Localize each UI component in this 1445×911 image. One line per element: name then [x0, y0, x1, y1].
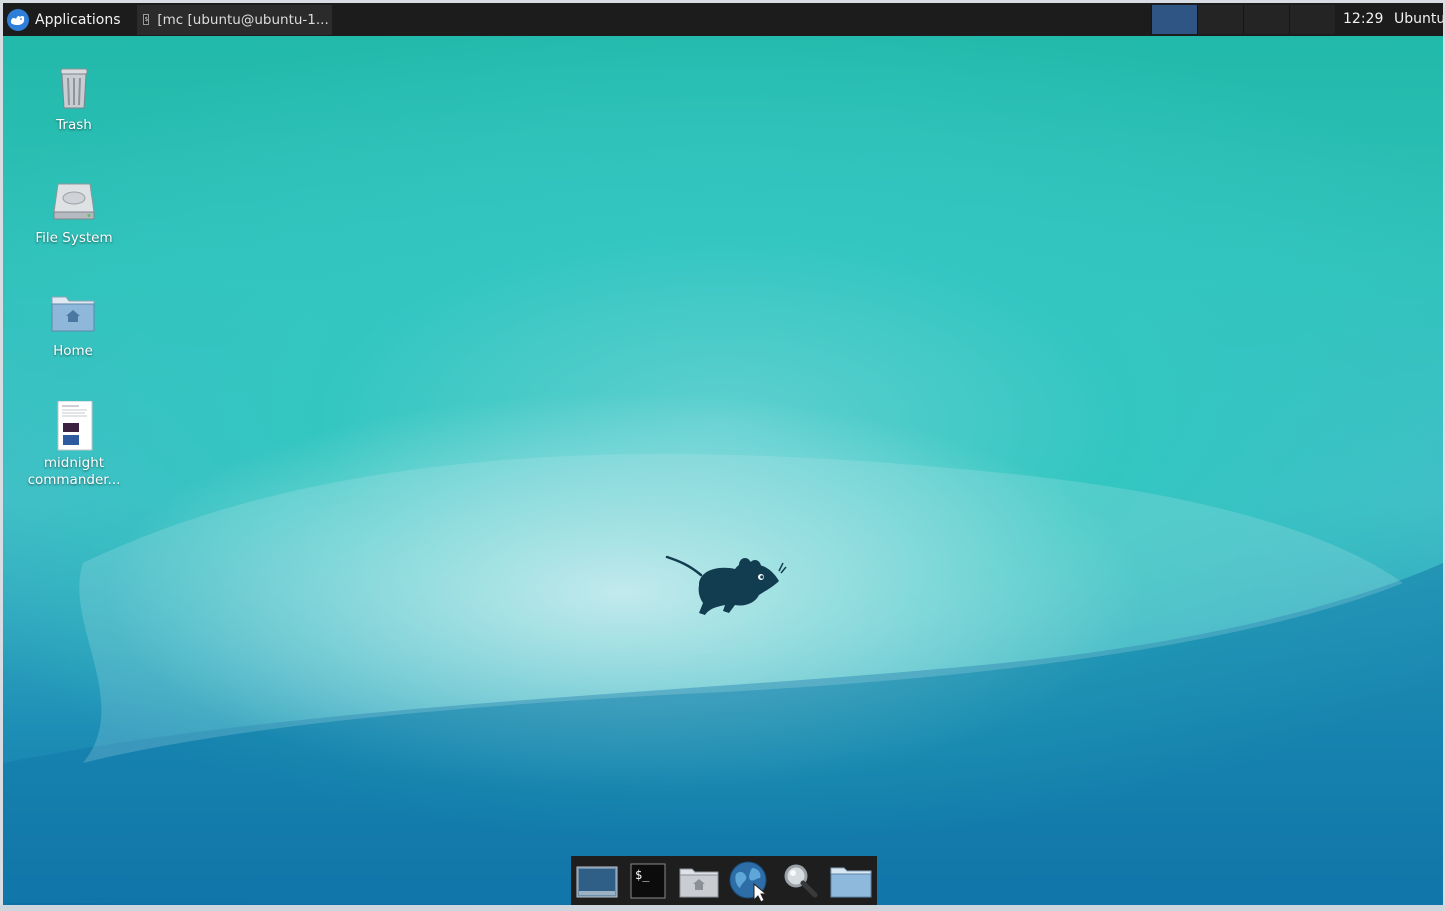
desktop-icon-trash[interactable]: Trash [19, 63, 129, 134]
dock-item-folder[interactable] [828, 859, 873, 903]
desktop-icon-label: File System [35, 230, 113, 246]
dock-item-show-desktop[interactable] [575, 859, 620, 903]
bottom-dock: $_ [571, 856, 877, 905]
home-folder-icon [679, 868, 719, 897]
home-folder-icon [48, 289, 98, 339]
wallpaper-wave [3, 453, 1443, 907]
trash-icon [49, 63, 99, 113]
dock-item-web-browser[interactable] [727, 859, 772, 903]
web-browser-icon [729, 861, 768, 902]
desktop-icon-label: midnight commander... [27, 455, 121, 488]
desktop-icon-label: Home [53, 343, 93, 359]
desktop[interactable]: Applications $ [mc [ubuntu@ubuntu-1... 1… [3, 3, 1443, 907]
desktop-icon-midnight-commander[interactable]: midnight commander... [19, 400, 129, 489]
user-menu[interactable]: Ubuntu [1394, 3, 1443, 36]
xfce-mouse-mascot [665, 555, 787, 615]
document-thumbnail-icon [49, 400, 99, 451]
task-title: [mc [ubuntu@ubuntu-1... [157, 11, 329, 28]
search-icon [784, 864, 818, 897]
workspace-2[interactable] [1197, 5, 1243, 34]
workspace-3[interactable] [1243, 5, 1289, 34]
dock-item-terminal[interactable]: $_ [626, 859, 671, 903]
show-desktop-icon [576, 866, 618, 897]
screen-bottom-edge [0, 905, 1445, 911]
desktop-icon-home[interactable]: Home [18, 289, 128, 360]
top-panel: Applications $ [mc [ubuntu@ubuntu-1... 1… [3, 3, 1443, 36]
xfce-logo-icon [7, 8, 29, 31]
desktop-icon-label: Trash [56, 117, 92, 133]
folder-icon [830, 867, 872, 897]
terminal-icon: $_ [630, 863, 666, 898]
workspace-1[interactable] [1151, 5, 1197, 34]
applications-label: Applications [35, 11, 121, 28]
taskbar-window-button[interactable]: $ [mc [ubuntu@ubuntu-1... [136, 4, 332, 35]
workspace-switcher [1151, 5, 1335, 34]
applications-menu-button[interactable]: Applications [3, 3, 131, 36]
dock-item-search[interactable] [778, 859, 823, 903]
desktop-icon-file-system[interactable]: File System [19, 176, 129, 247]
harddisk-icon [49, 176, 99, 226]
clock[interactable]: 12:29 [1343, 3, 1383, 36]
dock-item-home-folder[interactable] [676, 859, 721, 903]
workspace-4[interactable] [1289, 5, 1335, 34]
terminal-glyph: $_ [635, 868, 650, 882]
terminal-window-icon: $ [142, 14, 150, 25]
